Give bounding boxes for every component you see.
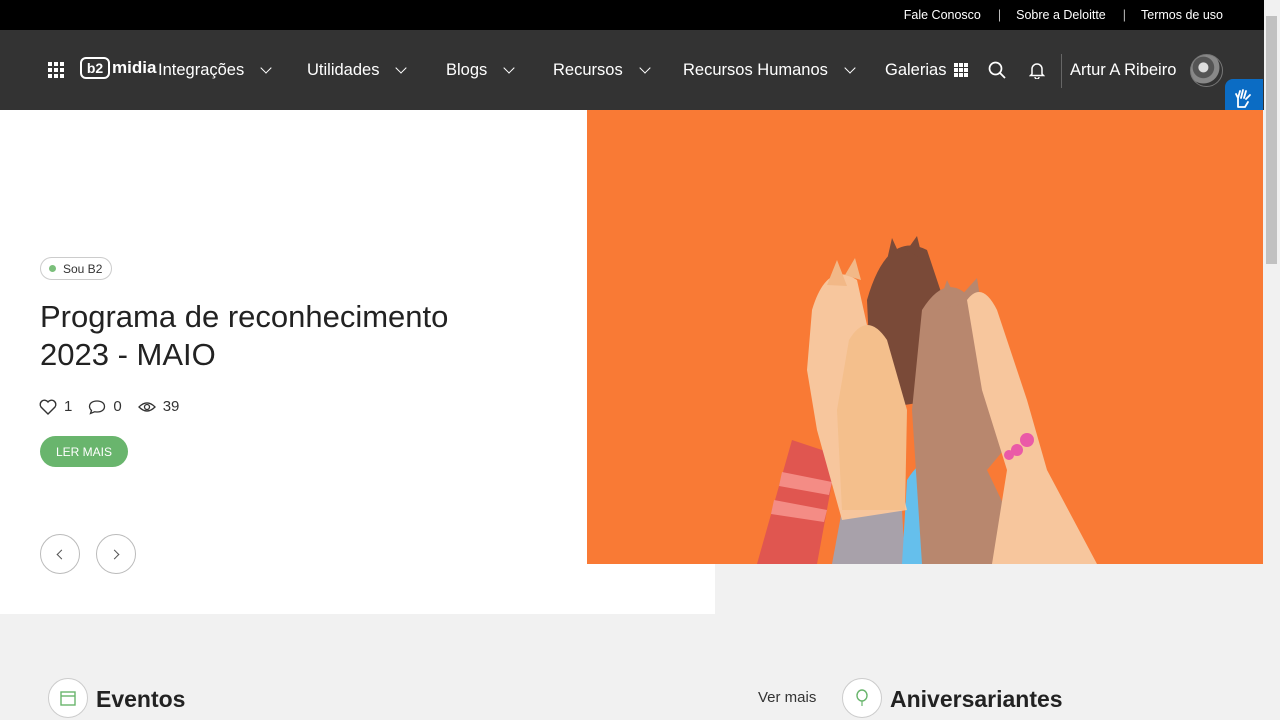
chevron-down-icon	[639, 61, 651, 74]
tag-label: Sou B2	[63, 261, 103, 276]
nav-label: Utilidades	[307, 60, 380, 79]
fale-conosco-link[interactable]: Fale Conosco	[904, 8, 981, 22]
eventos-title: Eventos	[96, 686, 186, 712]
nav-label: Galerias	[885, 60, 947, 79]
user-name[interactable]: Artur A Ribeiro	[1070, 30, 1176, 110]
hero-image[interactable]	[587, 110, 1263, 564]
chevron-left-icon	[56, 549, 67, 559]
nav-label: Recursos	[553, 60, 623, 79]
comments-count: 0	[113, 398, 122, 415]
balloon-icon	[842, 678, 882, 718]
nav-galerias[interactable]: Galerias	[885, 30, 969, 110]
bell-icon[interactable]	[1028, 61, 1046, 84]
top-bar: Fale Conosco | Sobre a Deloitte | Termos…	[0, 0, 1264, 30]
likes-stat[interactable]: 1	[39, 398, 72, 415]
hero-title[interactable]: Programa de reconhecimento 2023 - MAIO	[40, 298, 510, 374]
eye-icon	[137, 401, 156, 412]
sobre-deloitte-link[interactable]: Sobre a Deloitte	[1016, 8, 1106, 22]
ver-mais-link[interactable]: Ver mais	[758, 689, 816, 706]
top-links: Fale Conosco | Sobre a Deloitte | Termos…	[904, 0, 1223, 30]
logo-text: midia	[112, 58, 157, 77]
chevron-right-icon	[109, 549, 120, 559]
category-tag[interactable]: Sou B2	[40, 257, 113, 280]
nav-divider	[1061, 54, 1062, 88]
heart-icon	[39, 399, 57, 415]
separator: |	[1122, 8, 1127, 22]
nav-integracoes[interactable]: Integrações	[158, 30, 272, 110]
b2midia-logo[interactable]: b2 midia	[80, 57, 156, 79]
likes-count: 1	[64, 398, 73, 415]
read-more-button[interactable]: LER MAIS	[40, 436, 128, 467]
chevron-down-icon	[844, 61, 856, 74]
nav-label: Integrações	[158, 60, 245, 79]
nav-recursos-humanos[interactable]: Recursos Humanos	[683, 30, 856, 110]
nav-blogs[interactable]: Blogs	[446, 30, 515, 110]
nav-recursos[interactable]: Recursos	[553, 30, 651, 110]
termos-de-uso-link[interactable]: Termos de uso	[1141, 8, 1223, 22]
nav-label: Recursos Humanos	[683, 60, 828, 79]
separator: |	[997, 8, 1002, 22]
tag-dot	[49, 265, 56, 272]
avatar[interactable]	[1190, 54, 1223, 87]
comment-icon	[89, 399, 106, 415]
comments-stat[interactable]: 0	[88, 398, 122, 415]
nav-utilidades[interactable]: Utilidades	[307, 30, 408, 110]
carousel-prev-button[interactable]	[40, 534, 80, 574]
carousel-next-button[interactable]	[96, 534, 136, 574]
galerias-grid-icon	[954, 63, 969, 77]
calendar-icon	[48, 678, 88, 718]
views-stat: 39	[137, 398, 180, 415]
logo-mark: b2	[80, 57, 110, 79]
nav-label: Blogs	[446, 60, 488, 79]
main-navbar: b2 midia Integrações Utilidades Blogs Re…	[0, 30, 1264, 110]
chevron-down-icon	[260, 61, 272, 74]
chevron-down-icon	[503, 61, 515, 74]
search-icon[interactable]	[988, 61, 1006, 84]
aniversariantes-title: Aniversariantes	[890, 686, 1063, 712]
apps-grid-icon[interactable]	[48, 62, 64, 78]
views-count: 39	[162, 398, 180, 415]
post-stats: 1 0 39	[39, 398, 195, 415]
chevron-down-icon	[395, 61, 408, 74]
scrollbar-thumb[interactable]	[1266, 16, 1277, 264]
